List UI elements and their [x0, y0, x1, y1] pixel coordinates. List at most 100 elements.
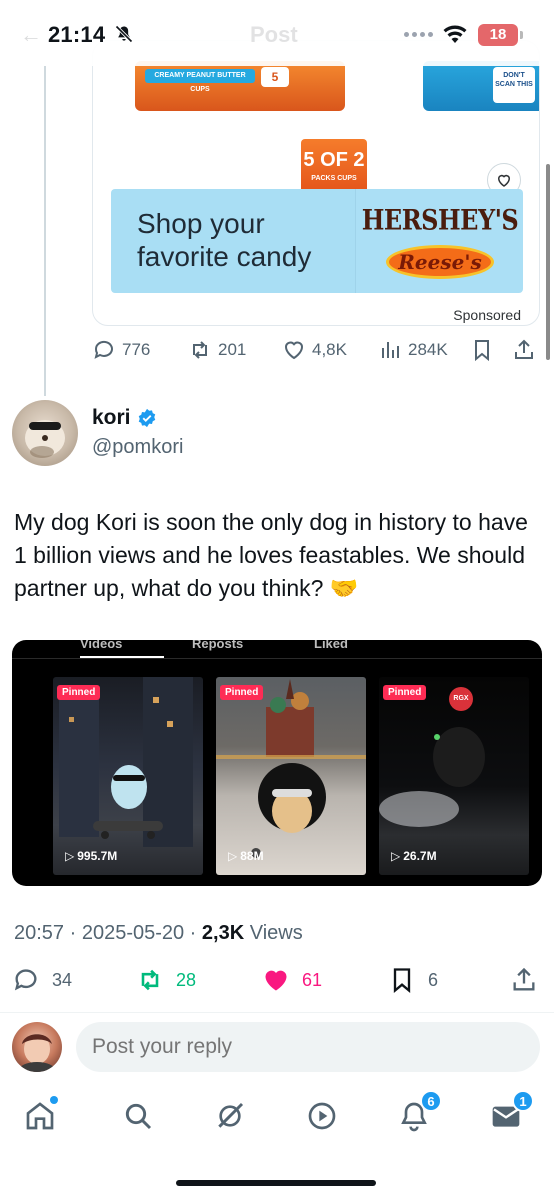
like-count: 61: [302, 969, 323, 990]
status-bar: ← Post 21:14 18: [0, 0, 554, 66]
repost-button[interactable]: 28: [136, 966, 196, 994]
play-circle-icon: [308, 1102, 336, 1130]
reeses-logo: Reese's: [386, 245, 494, 279]
notifications-badge: 6: [420, 1090, 442, 1112]
bookmark-button[interactable]: 6: [388, 966, 438, 994]
post-meta: 20:57 · 2025-05-20 · 2,3K Views: [14, 922, 303, 945]
red-square-dog-scene: [216, 679, 366, 858]
bottom-nav: 6 1: [0, 1090, 554, 1150]
banner-text: Shop your favorite candy: [137, 208, 312, 272]
reply-icon: [94, 340, 113, 359]
battery-indicator: 18: [478, 24, 523, 46]
ad-views-count: 284K: [408, 340, 448, 359]
ad-views-button[interactable]: 284K: [378, 338, 448, 362]
video-views: ▷ 995.7M: [65, 849, 118, 863]
nav-search[interactable]: [118, 1096, 158, 1136]
views-icon: [382, 342, 399, 358]
pack-label: PACKS CUPS: [311, 175, 357, 182]
repost-count: 28: [176, 969, 197, 990]
author-avatar[interactable]: [12, 400, 78, 466]
pack-number: 5 OF 2: [303, 149, 365, 171]
bookmark-icon: [393, 968, 411, 993]
post-views-count[interactable]: 2,3K: [202, 922, 244, 944]
rgx-logo: RGX: [449, 687, 473, 711]
ad-action-bar: 776 201 4,8K 284K: [92, 338, 542, 366]
ad-banner[interactable]: Shop your favorite candy HERSHEY'S Reese…: [111, 189, 523, 293]
nav-grok[interactable]: [210, 1096, 250, 1136]
post-views-label: Views: [244, 922, 303, 944]
user-avatar-image: [19, 1034, 55, 1072]
repost-icon: [141, 969, 159, 991]
tab-divider: [12, 658, 542, 659]
back-arrow-icon[interactable]: ←: [20, 22, 42, 48]
ad-repost-count: 201: [218, 340, 247, 359]
ad-repost-button[interactable]: 201: [188, 338, 246, 362]
pack-box-image: 5 OF 2 PACKS CUPS: [301, 139, 367, 193]
post-media[interactable]: Videos Reposts Liked Pinned ▷ 995.7M Pin…: [12, 640, 542, 886]
ad-reply-button[interactable]: 776: [92, 338, 150, 362]
thread-line: [44, 66, 46, 396]
post-action-bar: 34 28 61 6: [0, 966, 554, 1000]
media-tabs: Videos Reposts Liked: [12, 640, 542, 660]
author-handle[interactable]: @pomkori: [92, 436, 183, 459]
home-indicator-dot: [50, 1096, 58, 1104]
share-button[interactable]: [510, 966, 538, 994]
bookmark-count: 6: [428, 969, 439, 990]
grok-icon: [218, 1102, 244, 1128]
pinned-badge: Pinned: [383, 685, 427, 700]
scrollbar[interactable]: [546, 164, 550, 360]
ad-like-button[interactable]: 4,8K: [282, 338, 347, 362]
dog-avatar-image: [25, 420, 65, 458]
share-icon: [513, 967, 535, 991]
video-views-count: 88M: [240, 849, 264, 863]
signal-icon: [404, 32, 433, 37]
share-icon: [515, 339, 533, 359]
video-thumbnail-3[interactable]: Pinned RGX ▷ 26.7M: [379, 677, 529, 875]
hersheys-logo: HERSHEY'S: [361, 202, 519, 237]
nav-video[interactable]: [302, 1096, 342, 1136]
candy-bar-image-right: DON'T SCAN THIS: [423, 61, 539, 111]
video-thumbnail-2[interactable]: Pinned ▷ 88M: [216, 677, 366, 875]
nav-messages[interactable]: 1: [486, 1090, 534, 1136]
ad-like-count: 4,8K: [312, 340, 347, 359]
wifi-icon: [443, 25, 467, 43]
scan-label: DON'T SCAN THIS: [493, 67, 535, 103]
video-views: ▷ 26.7M: [391, 849, 437, 863]
video-views-count: 995.7M: [77, 849, 118, 863]
search-icon: [125, 1103, 152, 1130]
video-thumbnail-1[interactable]: Pinned ▷ 995.7M: [53, 677, 203, 875]
bell-off-icon: [115, 25, 133, 43]
repost-icon: [193, 341, 207, 359]
user-avatar[interactable]: [12, 1022, 62, 1072]
pinned-badge: Pinned: [57, 685, 101, 700]
media-tab-liked: Liked: [314, 640, 348, 651]
video-views: ▷ 88M: [228, 849, 264, 863]
ad-share-button[interactable]: [512, 338, 536, 362]
ad-card[interactable]: CREAMY PEANUT BUTTER CUPS 5 DON'T SCAN T…: [92, 40, 540, 326]
reply-button[interactable]: 34: [12, 966, 72, 994]
reply-input[interactable]: [76, 1022, 540, 1072]
home-icon: [26, 1102, 54, 1130]
like-button[interactable]: 61: [262, 966, 322, 994]
brand-logo-area: HERSHEY'S Reese's: [355, 189, 523, 293]
ad-reply-count: 776: [122, 340, 151, 359]
author-name[interactable]: kori: [92, 406, 157, 430]
author-name-text: kori: [92, 406, 131, 429]
reply-icon: [14, 969, 37, 991]
home-indicator: [176, 1180, 376, 1186]
media-tab-reposts: Reposts: [192, 640, 244, 651]
nav-notifications[interactable]: 6: [394, 1090, 442, 1136]
candy-bar-image: CREAMY PEANUT BUTTER CUPS 5: [135, 61, 345, 111]
video-views-count: 26.7M: [403, 849, 437, 863]
reply-count: 34: [52, 969, 73, 990]
heart-icon: [284, 341, 304, 360]
messages-badge: 1: [512, 1090, 534, 1112]
page-title: Post: [250, 22, 298, 47]
city-dog-scene: [59, 677, 193, 847]
bookmark-icon: [475, 340, 489, 362]
nav-home[interactable]: [20, 1096, 60, 1136]
status-time: 21:14: [48, 22, 106, 47]
candy-bar-pack: 5: [261, 67, 289, 87]
heart-outline-icon: [497, 174, 511, 187]
ad-bookmark-button[interactable]: [470, 338, 494, 362]
